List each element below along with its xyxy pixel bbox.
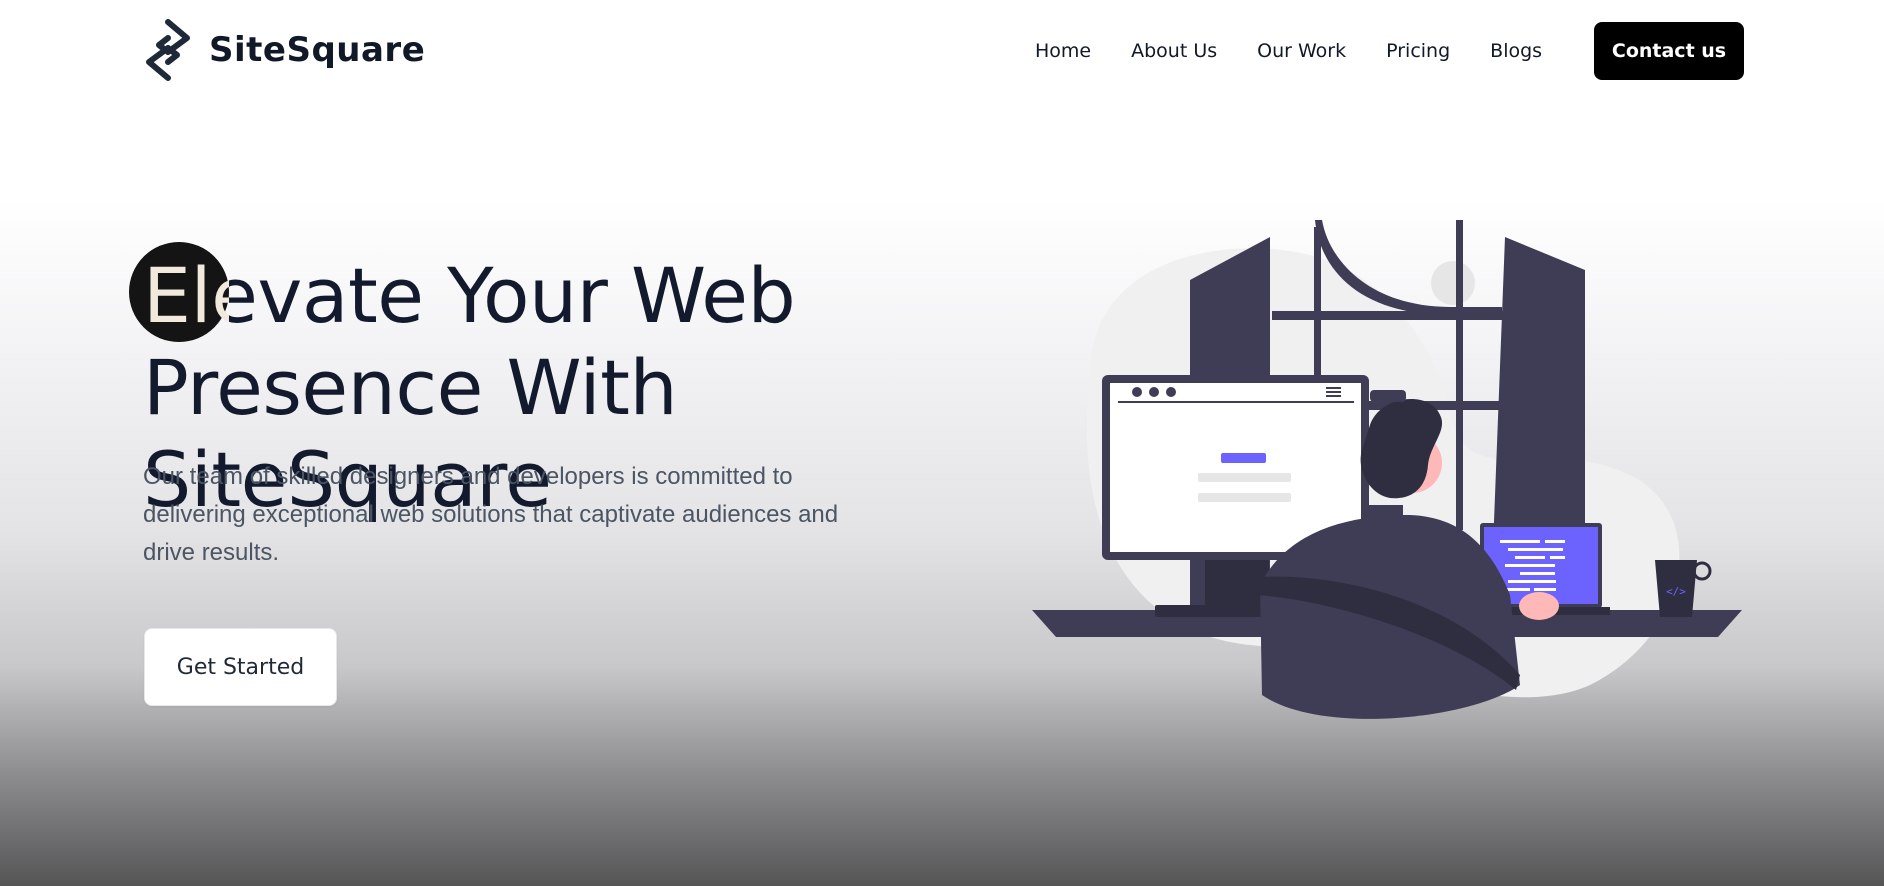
brand-logo[interactable]: SiteSquare <box>143 18 425 82</box>
get-started-button[interactable]: Get Started <box>144 628 337 706</box>
menu-icon <box>1326 387 1341 389</box>
brand-name: SiteSquare <box>209 30 426 70</box>
sitesquare-logo-icon <box>146 19 190 81</box>
browser-dot-icon <box>1149 387 1159 397</box>
browser-dot-icon <box>1166 387 1176 397</box>
screen-accent-bar <box>1221 453 1266 463</box>
hero-title-line-1: Elevate Your Web <box>143 250 1043 342</box>
nav-about-us[interactable]: About Us <box>1131 36 1217 66</box>
browser-divider <box>1118 401 1354 403</box>
hero-description: Our team of skilled designers and develo… <box>143 463 839 566</box>
person-hand <box>1519 592 1559 620</box>
screen-text-bar <box>1198 493 1291 502</box>
code-symbol-icon: </> <box>1666 585 1686 598</box>
developer-illustration: </> <box>1032 220 1742 719</box>
menu-icon <box>1326 391 1341 393</box>
person-neck <box>1365 505 1403 533</box>
main-nav: Home About Us Our Work Pricing Blogs <box>1035 36 1582 66</box>
window-bar <box>1272 311 1504 320</box>
window-frame-right <box>1456 220 1463 530</box>
browser-dot-icon <box>1132 387 1142 397</box>
screen-text-bar <box>1198 473 1291 482</box>
site-header: SiteSquare Home About Us Our Work Pricin… <box>0 0 1884 102</box>
nav-home[interactable]: Home <box>1035 36 1091 66</box>
background-circle <box>1431 261 1475 305</box>
mug-handle <box>1692 561 1712 581</box>
monitor-screen <box>1110 383 1361 552</box>
nav-pricing[interactable]: Pricing <box>1386 36 1450 66</box>
menu-icon <box>1326 395 1341 397</box>
contact-us-button[interactable]: Contact us <box>1594 22 1744 80</box>
nav-blogs[interactable]: Blogs <box>1490 36 1542 66</box>
nav-our-work[interactable]: Our Work <box>1257 36 1346 66</box>
person-hat <box>1370 390 1406 402</box>
